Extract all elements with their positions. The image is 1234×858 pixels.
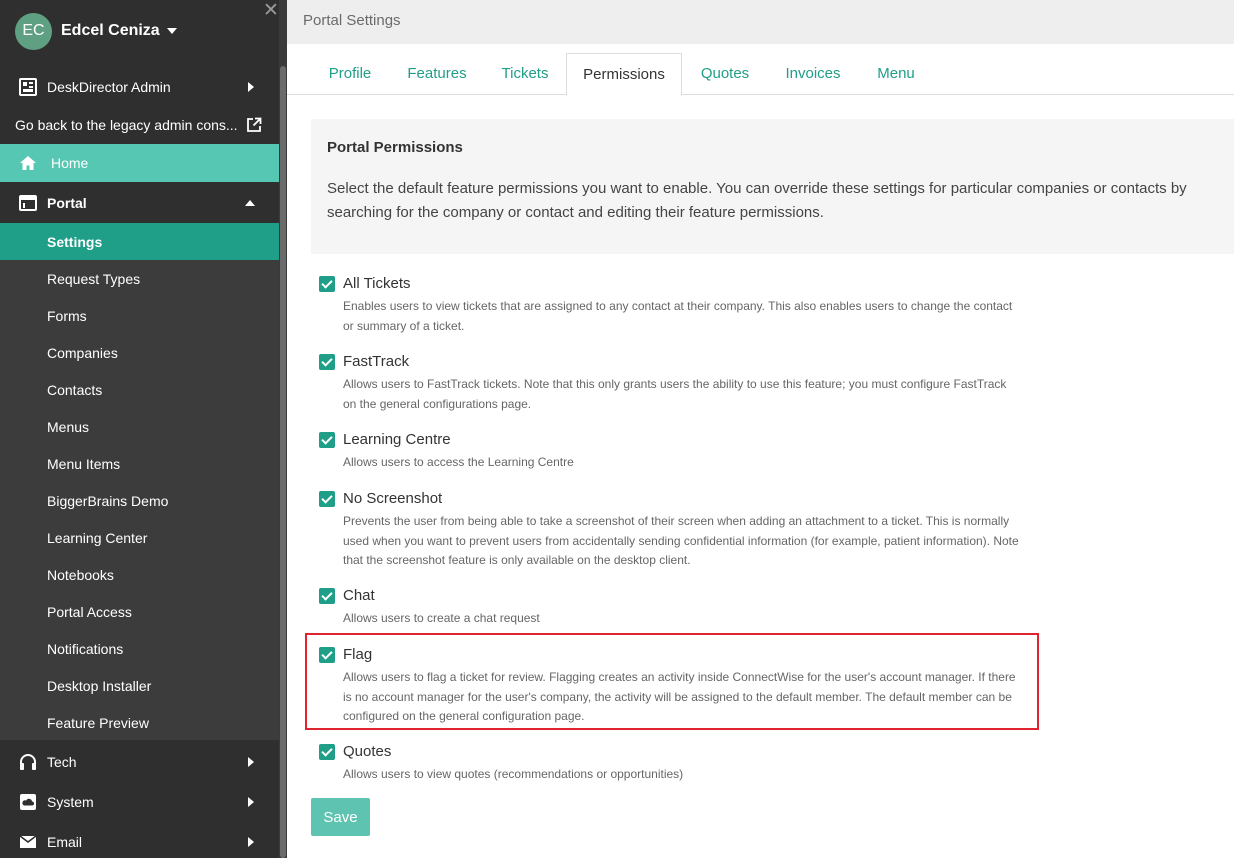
sidebar-item-label: Go back to the legacy admin cons...	[15, 117, 238, 133]
page-header: Portal Settings	[287, 0, 1234, 44]
tab-permissions[interactable]: Permissions	[566, 53, 682, 96]
chevron-right-icon	[248, 837, 254, 847]
window-icon	[18, 193, 38, 213]
sidebar-item-tech[interactable]: Tech	[0, 742, 279, 782]
chevron-down-icon	[166, 28, 177, 34]
sidebar-item-contacts[interactable]: Contacts	[0, 371, 279, 408]
section-heading: Portal Permissions	[327, 139, 463, 156]
tab-quotes[interactable]: Quotes	[688, 53, 762, 95]
sidebar-scrollbar[interactable]	[279, 0, 287, 858]
sidebar: ✕ EC Edcel Ceniza DeskDirector Admin Go …	[0, 0, 287, 858]
sidebar-item-request-types[interactable]: Request Types	[0, 260, 279, 297]
sidebar-item-notifications[interactable]: Notifications	[0, 630, 279, 667]
permission-learning-centre: Learning Centre Allows users to access t…	[319, 431, 1019, 473]
external-link-icon	[246, 117, 262, 133]
sidebar-item-label: DeskDirector Admin	[47, 79, 171, 95]
checkbox-chat[interactable]	[319, 588, 335, 604]
section-description: Select the default feature permissions y…	[327, 180, 1187, 221]
checkbox-no-screenshot[interactable]	[319, 491, 335, 507]
sidebar-item-biggerbrains-demo[interactable]: BiggerBrains Demo	[0, 482, 279, 519]
envelope-icon	[18, 832, 38, 852]
main-content: Portal Settings Profile Features Tickets…	[287, 0, 1234, 858]
sidebar-item-forms[interactable]: Forms	[0, 297, 279, 334]
sidebar-item-home[interactable]: Home	[0, 144, 279, 182]
sidebar-item-label: Portal	[47, 195, 87, 211]
sidebar-item-menu-items[interactable]: Menu Items	[0, 445, 279, 482]
cloud-icon	[18, 792, 38, 812]
chevron-right-icon	[248, 757, 254, 767]
permission-flag: Flag Allows users to flag a ticket for r…	[319, 646, 1019, 728]
permission-no-screenshot: No Screenshot Prevents the user from bei…	[319, 490, 1019, 572]
user-name: Edcel Ceniza	[61, 22, 160, 39]
sidebar-item-email[interactable]: Email	[0, 822, 279, 858]
sidebar-item-feature-preview[interactable]: Feature Preview	[0, 704, 279, 741]
save-button[interactable]: Save	[311, 798, 370, 836]
permission-name: All Tickets	[343, 275, 411, 292]
tab-tickets[interactable]: Tickets	[487, 53, 563, 95]
tab-invoices[interactable]: Invoices	[770, 53, 856, 95]
sidebar-item-label: System	[47, 794, 94, 810]
tab-menu[interactable]: Menu	[863, 53, 929, 95]
avatar: EC	[15, 12, 52, 50]
sidebar-item-deskdirector-admin[interactable]: DeskDirector Admin	[0, 67, 279, 107]
permission-chat: Chat Allows users to create a chat reque…	[319, 587, 1019, 629]
permissions-info-panel: Portal Permissions Select the default fe…	[311, 119, 1234, 254]
permission-description: Allows users to access the Learning Cent…	[343, 455, 574, 469]
sidebar-item-label: Email	[47, 834, 83, 850]
permission-name: FastTrack	[343, 353, 410, 370]
permission-description: Allows users to create a chat request	[343, 611, 540, 625]
portal-submenu: Settings Request Types Forms Companies C…	[0, 223, 279, 740]
home-icon	[18, 153, 38, 173]
sidebar-item-portal[interactable]: Portal	[0, 183, 279, 223]
sidebar-item-label: Home	[51, 155, 89, 171]
permission-description: Allows users to FastTrack tickets. Note …	[343, 377, 1007, 411]
page-title: Portal Settings	[303, 12, 401, 29]
headset-icon	[18, 752, 38, 772]
dashboard-icon	[18, 77, 38, 97]
chevron-up-icon	[245, 200, 255, 206]
sidebar-item-desktop-installer[interactable]: Desktop Installer	[0, 667, 279, 704]
checkbox-flag[interactable]	[319, 647, 335, 663]
permission-description: Allows users to flag a ticket for review…	[343, 670, 1016, 723]
sidebar-item-companies[interactable]: Companies	[0, 334, 279, 371]
permission-name: Quotes	[343, 743, 392, 760]
checkbox-all-tickets[interactable]	[319, 276, 335, 292]
permission-quotes: Quotes Allows users to view quotes (reco…	[319, 743, 1019, 785]
chevron-right-icon	[248, 82, 254, 92]
sidebar-item-settings[interactable]: Settings	[0, 223, 279, 260]
permission-name: No Screenshot	[343, 490, 443, 507]
permission-name: Flag	[343, 646, 373, 663]
permission-description: Prevents the user from being able to tak…	[343, 514, 1019, 567]
chevron-right-icon	[248, 797, 254, 807]
permission-fasttrack: FastTrack Allows users to FastTrack tick…	[319, 353, 1019, 415]
sidebar-item-portal-access[interactable]: Portal Access	[0, 593, 279, 630]
permission-description: Allows users to view quotes (recommendat…	[343, 767, 684, 781]
checkbox-learning-centre[interactable]	[319, 432, 335, 448]
sidebar-item-menus[interactable]: Menus	[0, 408, 279, 445]
sidebar-item-learning-center[interactable]: Learning Center	[0, 519, 279, 556]
sidebar-item-system[interactable]: System	[0, 782, 279, 822]
permission-all-tickets: All Tickets Enables users to view ticket…	[319, 275, 1019, 337]
settings-tabs: Profile Features Tickets Permissions Quo…	[287, 53, 1234, 96]
checkbox-quotes[interactable]	[319, 744, 335, 760]
tab-features[interactable]: Features	[394, 53, 480, 95]
sidebar-item-legacy-admin[interactable]: Go back to the legacy admin cons...	[0, 105, 279, 145]
tab-profile[interactable]: Profile	[314, 53, 386, 95]
permission-name: Learning Centre	[343, 431, 451, 448]
user-menu[interactable]: EC Edcel Ceniza	[0, 0, 279, 62]
checkbox-fasttrack[interactable]	[319, 354, 335, 370]
scrollbar-thumb[interactable]	[280, 66, 286, 858]
permission-description: Enables users to view tickets that are a…	[343, 299, 1013, 333]
sidebar-item-notebooks[interactable]: Notebooks	[0, 556, 279, 593]
permission-name: Chat	[343, 587, 375, 604]
sidebar-item-label: Tech	[47, 754, 77, 770]
